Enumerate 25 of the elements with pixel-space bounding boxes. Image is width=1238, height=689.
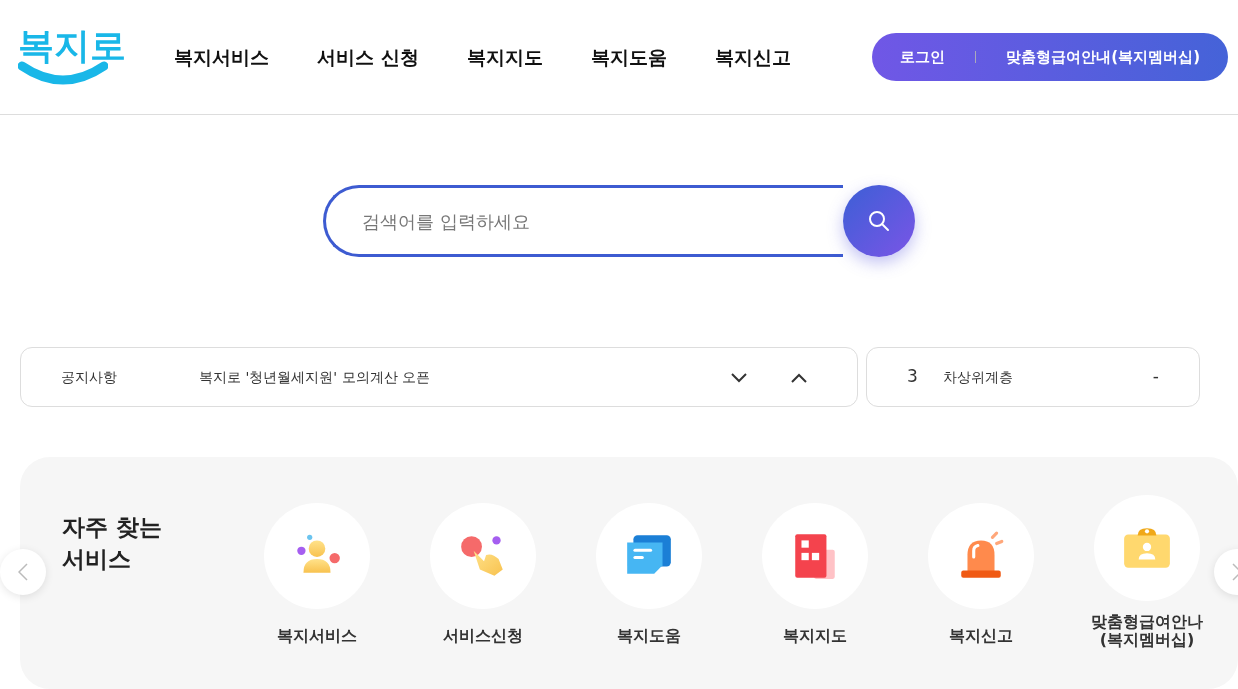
membership-button[interactable]: 맞춤형급여안내(복지멤버십) <box>1000 41 1206 73</box>
notice-link[interactable]: 복지로 '청년월세지원' 모의계산 오픈 <box>199 366 431 388</box>
rank-number: 3 <box>907 365 919 389</box>
nav-link-item[interactable]: 복지도움 <box>590 42 667 72</box>
section-title: 자주 찾는 서비스 <box>62 513 163 575</box>
rank-change: - <box>1152 365 1159 389</box>
chevron-down-icon <box>731 372 747 383</box>
nav-link-item[interactable]: 서비스 신청 <box>317 42 419 72</box>
nav-link-item[interactable]: 복지서비스 <box>174 42 269 72</box>
service-link[interactable]: 복지신고 <box>911 627 1051 646</box>
notice-label: 공지사항 <box>61 367 118 387</box>
nav-link-item[interactable]: 복지신고 <box>714 42 791 72</box>
search-icon <box>868 210 890 232</box>
service-link[interactable]: 맞춤형급여안나 (복지멤버십) <box>1077 613 1217 650</box>
popular-search-term[interactable]: 차상위계층 <box>943 366 1013 388</box>
search-button[interactable] <box>843 185 915 257</box>
nav-link-item[interactable]: 복지지도 <box>466 42 543 72</box>
service-link[interactable]: 복지지도 <box>745 627 885 646</box>
chevron-up-icon <box>791 372 807 383</box>
service-link[interactable]: 복지도움 <box>579 627 719 646</box>
chevron-left-icon <box>18 563 28 581</box>
search-field[interactable]: 검색어를 입력하세요 <box>323 185 843 257</box>
login-button[interactable]: 로그인 <box>894 41 952 73</box>
service-link[interactable]: 복지서비스 <box>247 627 387 646</box>
service-link[interactable]: 서비스신청 <box>413 627 553 646</box>
